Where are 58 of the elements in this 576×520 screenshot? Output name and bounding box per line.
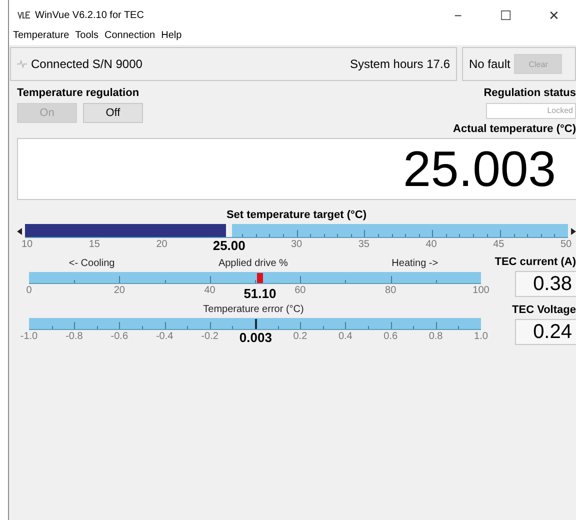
temperature-value: 25.003 <box>403 140 556 198</box>
tick-label: 0.4 <box>338 331 352 342</box>
tick-label: 15 <box>88 239 100 250</box>
scale-value: 51.10 <box>244 286 276 301</box>
tick-label: 10 <box>21 239 33 250</box>
minimize-button[interactable]: − <box>436 8 480 22</box>
maximize-button[interactable]: ☐ <box>484 8 528 22</box>
tick-label: 0.2 <box>293 331 308 342</box>
tick-label: 100 <box>472 285 490 296</box>
section-title: Temperature regulation <box>17 87 140 99</box>
tick-label: 0.8 <box>428 331 443 342</box>
tick-label: 20 <box>114 285 125 296</box>
cooling-label: <- Cooling <box>68 258 115 269</box>
connection-status: Connected S/N 9000 <box>31 57 144 71</box>
menu-item[interactable]: Connection <box>104 30 156 41</box>
tick-label: 20 <box>156 239 168 250</box>
close-button[interactable]: ✕ <box>532 8 576 22</box>
right-arrow-icon[interactable] <box>570 228 576 234</box>
tick-label: 40 <box>426 239 437 250</box>
readout-label: TEC current (A) <box>494 256 576 268</box>
tick-label: 0.6 <box>384 331 398 342</box>
scale-title: Applied drive % <box>218 258 288 269</box>
tick-label: 80 <box>385 285 396 296</box>
readout-field: 0.38 <box>515 271 576 297</box>
actual-temperature-label: Actual temperature (°C) <box>453 123 576 135</box>
tick-label: 35 <box>358 239 370 250</box>
left-arrow-icon[interactable] <box>17 228 23 234</box>
readout-label: TEC Voltage <box>512 304 576 316</box>
app-logo-icon <box>17 10 31 20</box>
scale-value: 0.003 <box>239 330 272 345</box>
toggle-button[interactable]: Off <box>83 103 143 123</box>
signal-icon <box>17 59 27 69</box>
temperature-slider[interactable] <box>25 224 568 238</box>
tick-label: 45 <box>493 239 504 250</box>
tick-label: 50 <box>560 239 572 250</box>
tick-label: 30 <box>290 239 302 250</box>
window-title: WinVue V6.2.10 for TEC <box>35 10 145 20</box>
scale-title: Temperature error (°C) <box>203 304 304 315</box>
fault-status: No fault <box>469 57 510 71</box>
tick-label: -0.2 <box>201 331 218 342</box>
tick-label: -0.6 <box>110 331 128 342</box>
status-field: Locked <box>486 103 576 119</box>
tick-label: -0.8 <box>66 331 83 342</box>
tick-label: 1.0 <box>474 331 488 342</box>
tick-label: -0.4 <box>156 331 174 342</box>
tick-label: 60 <box>294 285 306 296</box>
menu-item[interactable]: Help <box>161 30 182 41</box>
status-label: Regulation status <box>484 87 576 99</box>
tick-label: 40 <box>204 285 216 296</box>
system-hours: System hours 17.6 <box>350 57 450 71</box>
menu-item[interactable]: Temperature <box>13 30 70 41</box>
menu-item[interactable]: Tools <box>75 30 98 41</box>
heating-label: Heating -> <box>392 258 438 269</box>
tick-label: -1.0 <box>20 331 38 342</box>
readout-field: 0.24 <box>515 319 576 345</box>
scale-title: Set temperature target (°C) <box>226 209 367 221</box>
scale-value: 25.00 <box>212 238 246 253</box>
tick-label: 0 <box>26 285 32 296</box>
